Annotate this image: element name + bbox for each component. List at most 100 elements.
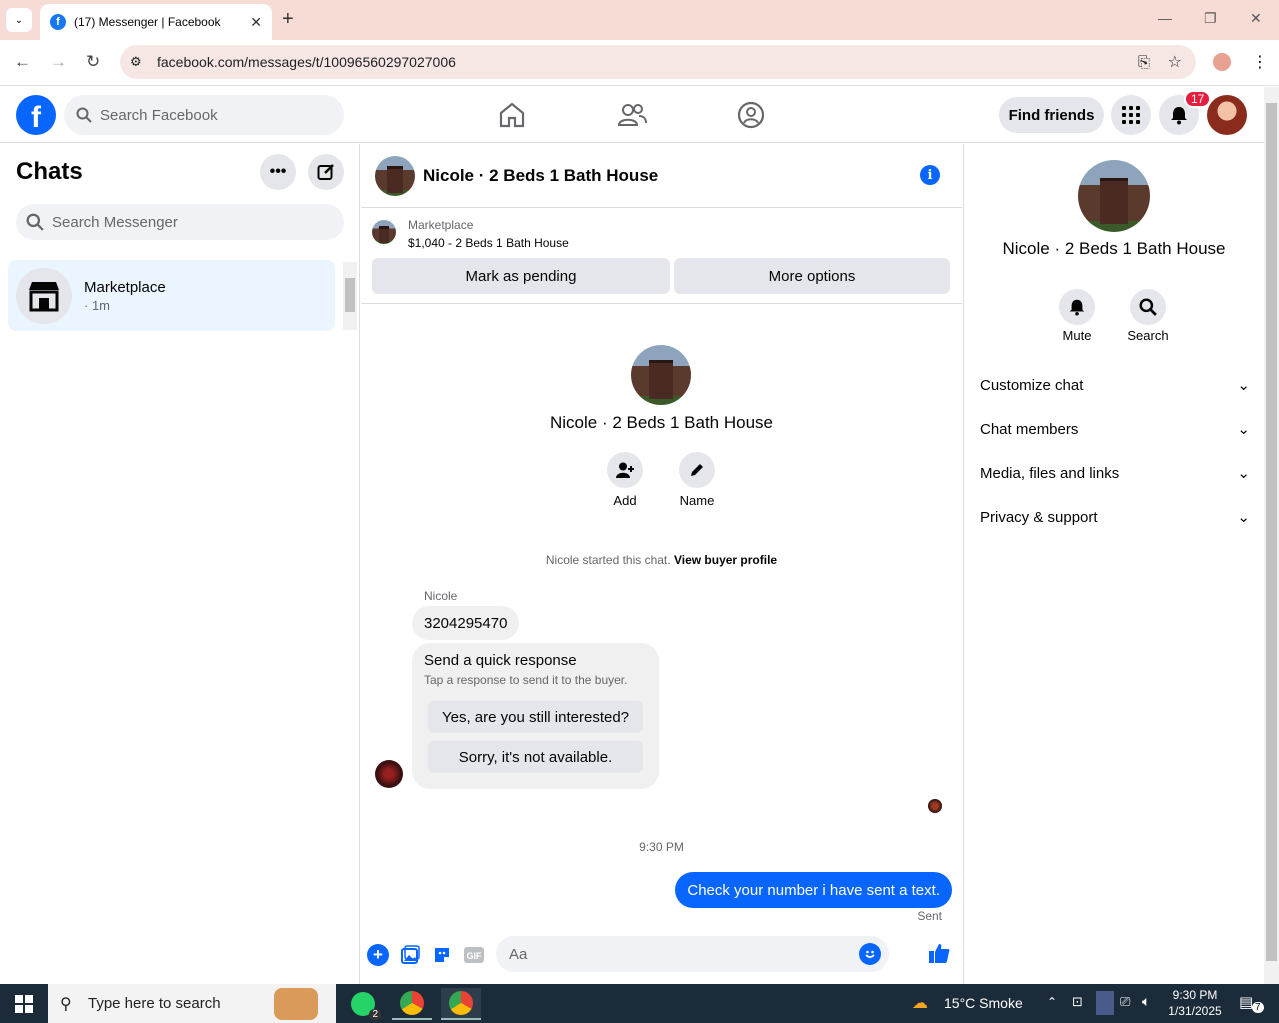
notification-center-icon[interactable]: ▤ <box>1239 993 1253 1011</box>
quick-response-button-1[interactable]: Yes, are you still interested? <box>428 701 643 733</box>
photo-icon[interactable] <box>399 944 421 966</box>
search-messenger-input[interactable]: Search Messenger <box>16 204 344 240</box>
tray-chevron-icon[interactable]: ⌃ <box>1047 995 1057 1009</box>
friends-icon[interactable] <box>616 99 648 131</box>
add-person-icon[interactable] <box>607 452 643 488</box>
pen-icon[interactable] <box>1096 991 1114 1015</box>
listing-thumbnail[interactable] <box>372 220 396 244</box>
profile-photo <box>631 345 691 405</box>
taskbar-clock[interactable]: 9:30 PM 1/31/2025 <box>1160 987 1230 1019</box>
close-window-icon[interactable]: ✕ <box>1250 10 1262 27</box>
message-timestamp: 9:30 PM <box>639 840 684 854</box>
chat-list-scrollbar[interactable] <box>343 262 357 330</box>
thumbs-up-icon[interactable] <box>928 942 950 964</box>
new-message-icon[interactable] <box>308 154 344 190</box>
chat-started-notice: Nicole started this chat. View buyer pro… <box>361 553 962 567</box>
sticker-icon[interactable] <box>431 944 453 966</box>
message-input[interactable]: Aa <box>496 936 889 972</box>
weather-text[interactable]: 15°C Smoke <box>944 995 1023 1011</box>
volume-icon[interactable]: 🔈︎ <box>1142 993 1150 1010</box>
sender-avatar[interactable] <box>375 760 403 788</box>
view-buyer-profile-link[interactable]: View buyer profile <box>674 553 777 567</box>
browser-menu-icon[interactable]: ⋮ <box>1252 52 1268 72</box>
restore-icon[interactable]: ❐ <box>1204 10 1217 27</box>
browser-tab[interactable]: f (17) Messenger | Facebook ✕ <box>40 4 272 40</box>
chrome-active-taskbar-icon[interactable] <box>441 988 481 1020</box>
taskbar-search-placeholder: Type here to search <box>88 995 221 1012</box>
listing-price-title[interactable]: $1,040 - 2 Beds 1 Bath House <box>408 236 569 250</box>
browser-tab-bar: ⌄ f (17) Messenger | Facebook ✕ + — ❐ ✕ <box>0 0 1279 40</box>
more-options-button[interactable]: More options <box>674 258 950 294</box>
account-avatar[interactable] <box>1207 95 1247 135</box>
emoji-icon[interactable] <box>859 943 881 965</box>
forward-icon[interactable]: → <box>50 52 67 72</box>
menu-grid-icon[interactable] <box>1111 95 1151 135</box>
chat-item-time: · 1m <box>84 297 110 313</box>
tab-search-button[interactable]: ⌄ <box>6 8 32 32</box>
mark-as-pending-button[interactable]: Mark as pending <box>372 258 670 294</box>
search-icon <box>76 107 92 123</box>
windows-start-icon[interactable] <box>15 995 33 1018</box>
media-files-links-row[interactable]: Media, files and links ⌄ <box>980 457 1250 489</box>
quick-response-subtitle: Tap a response to send it to the buyer. <box>424 673 628 687</box>
back-icon[interactable]: ← <box>14 52 31 72</box>
notification-center-badge: 7 <box>1252 1002 1264 1013</box>
bookmark-star-icon[interactable]: ☆ <box>1168 52 1182 72</box>
conversation-header: Nicole · 2 Beds 1 Bath House i <box>361 144 962 208</box>
customize-chat-row[interactable]: Customize chat ⌄ <box>980 369 1250 401</box>
clock-date: 1/31/2025 <box>1168 1004 1222 1018</box>
plus-icon[interactable]: + <box>367 944 389 966</box>
conversation-panel: Nicole · 2 Beds 1 Bath House i Marketpla… <box>361 144 962 984</box>
profile-name: Nicole · 2 Beds 1 Bath House <box>549 413 773 432</box>
gif-icon[interactable]: GIF <box>463 944 485 966</box>
reload-icon[interactable]: ↻ <box>86 52 100 72</box>
notification-badge: 17 <box>1184 90 1212 108</box>
weather-icon[interactable]: ☁ <box>912 993 928 1013</box>
message-status: Sent <box>917 909 942 923</box>
whatsapp-taskbar-icon[interactable]: 2 <box>343 988 383 1020</box>
mute-bell-icon[interactable] <box>1059 289 1095 325</box>
search-label: Search <box>1127 328 1169 343</box>
info-icon[interactable]: i <box>920 165 940 185</box>
facebook-logo-icon[interactable]: f <box>16 95 56 135</box>
url-bar[interactable]: ⚙ facebook.com/messages/t/10096560297027… <box>120 45 1196 79</box>
conversation-title[interactable]: Nicole · 2 Beds 1 Bath House <box>423 166 658 186</box>
chevron-down-icon: ⌄ <box>1237 377 1250 394</box>
privacy-support-row[interactable]: Privacy & support ⌄ <box>980 501 1250 533</box>
meet-icon[interactable]: ⊡ <box>1072 994 1083 1010</box>
chat-list-item[interactable]: Marketplace · 1m <box>8 260 335 331</box>
search-in-chat-icon[interactable] <box>1130 289 1166 325</box>
conversation-avatar[interactable] <box>375 155 415 196</box>
chrome-taskbar-icon[interactable] <box>392 988 432 1020</box>
facebook-favicon-icon: f <box>50 14 66 30</box>
quick-response-button-2[interactable]: Sorry, it's not available. <box>428 741 643 773</box>
home-icon[interactable] <box>496 99 528 131</box>
facebook-search-input[interactable]: Search Facebook <box>64 95 344 135</box>
find-friends-button[interactable]: Find friends <box>999 97 1104 133</box>
network-icon[interactable]: ⎚ <box>1120 994 1130 1010</box>
site-info-icon[interactable]: ⚙ <box>130 54 142 70</box>
chat-members-row[interactable]: Chat members ⌄ <box>980 413 1250 445</box>
taskbar-search-input[interactable]: ⚲ Type here to search <box>48 984 336 1023</box>
chats-options-icon[interactable]: ••• <box>260 154 296 190</box>
chevron-down-icon: ⌄ <box>1237 465 1250 482</box>
windows-taskbar: ⚲ Type here to search 2 ☁ 15°C Smoke ⌃ ⊡… <box>0 984 1279 1023</box>
tab-close-icon[interactable]: ✕ <box>250 14 262 31</box>
profile-icon[interactable] <box>1213 53 1231 71</box>
incoming-message[interactable]: 3204295470 <box>412 606 520 640</box>
section-label: Chat members <box>980 420 1079 438</box>
edit-name-icon[interactable] <box>679 452 715 488</box>
new-tab-icon[interactable]: + <box>282 8 294 31</box>
groups-icon[interactable] <box>735 99 767 131</box>
outgoing-message[interactable]: Check your number i have sent a text. <box>675 872 952 908</box>
page-scrollbar[interactable] <box>1264 87 1279 984</box>
details-avatar <box>1078 160 1150 232</box>
marketplace-listing-bar: Marketplace $1,040 - 2 Beds 1 Bath House… <box>361 208 962 304</box>
install-app-icon[interactable]: ⎘ <box>1138 54 1150 71</box>
minimize-icon[interactable]: — <box>1158 10 1172 26</box>
section-label: Privacy & support <box>980 508 1098 526</box>
started-text: Nicole started this chat. <box>545 553 671 567</box>
url-text: facebook.com/messages/t/1009656029702700… <box>157 54 456 70</box>
svg-text:GIF: GIF <box>467 951 483 961</box>
marketplace-label: Marketplace <box>408 218 474 232</box>
